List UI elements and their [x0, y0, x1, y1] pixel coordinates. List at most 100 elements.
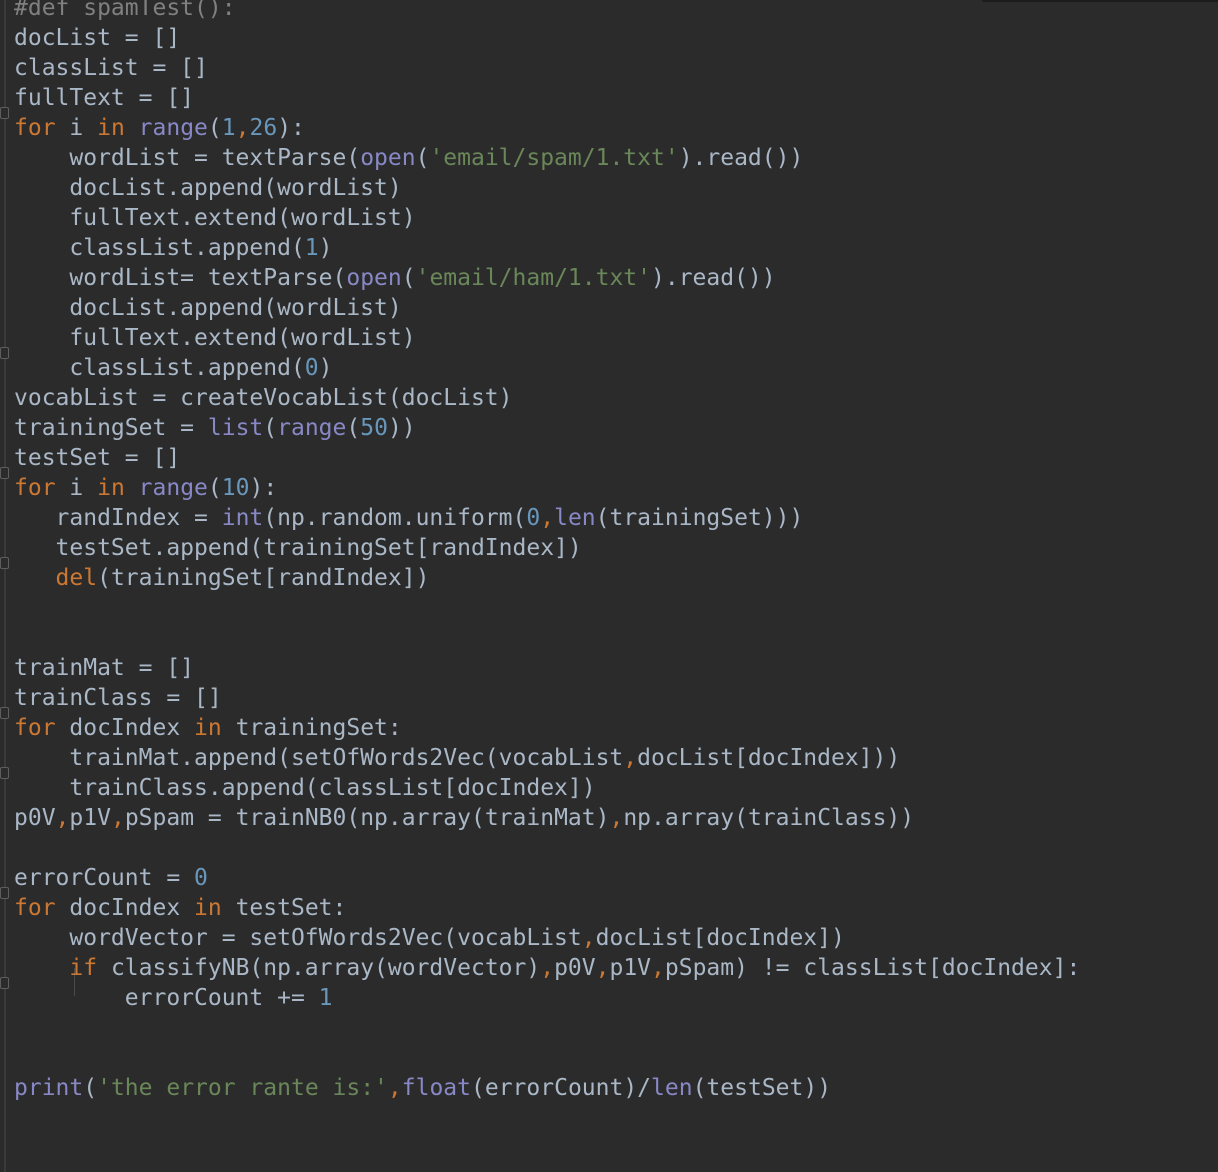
fold-end-marker-icon[interactable]: [0, 767, 9, 779]
code-token: ,: [110, 805, 125, 831]
code-token: (np.random.uniform(: [263, 505, 527, 531]
code-token: p1V: [609, 955, 652, 981]
code-token: (trainingSet))): [595, 505, 804, 531]
code-line[interactable]: for i in range(10):: [14, 473, 1080, 503]
code-line[interactable]: randIndex = int(np.random.uniform(0,len(…: [14, 503, 1080, 533]
code-token: ,: [581, 925, 596, 951]
code-line[interactable]: wordList = textParse(open('email/spam/1.…: [14, 143, 1080, 173]
code-token: 'email/spam/1.txt': [429, 145, 679, 171]
code-token: p0V: [14, 805, 56, 831]
code-token: #def spamTest():: [14, 0, 236, 21]
code-token: if: [69, 955, 98, 981]
fold-end-marker-icon[interactable]: [0, 347, 9, 359]
code-text[interactable]: #def spamTest(): docList = [] classList = …: [14, 0, 1080, 1103]
code-line[interactable]: del(trainingSet[randIndex]): [14, 563, 1080, 593]
code-token: for: [14, 895, 56, 921]
code-line[interactable]: if classifyNB(np.array(wordVector),p0V,p…: [14, 953, 1080, 983]
fold-marker-icon[interactable]: [0, 107, 9, 119]
code-token: docIndex: [55, 895, 195, 921]
code-token: del: [55, 565, 98, 591]
code-line[interactable]: vocabList = createVocabList(docList): [14, 383, 1080, 413]
fold-marker-icon[interactable]: [0, 467, 9, 479]
fold-end-marker-icon[interactable]: [0, 557, 9, 569]
code-line[interactable]: testSet.append(trainingSet[randIndex]): [14, 533, 1080, 563]
code-token: trainMat = []: [14, 655, 195, 681]
code-token: open: [360, 145, 416, 171]
code-token: errorCount +=: [14, 985, 319, 1011]
code-line[interactable]: [14, 623, 1080, 653]
code-line[interactable]: trainClass = []: [14, 683, 1080, 713]
code-editor[interactable]: #def spamTest(): docList = [] classList = …: [0, 0, 1218, 1172]
code-token: docList[docIndex])): [637, 745, 901, 771]
code-token: in: [97, 475, 125, 501]
code-token: p1V: [69, 805, 111, 831]
fold-marker-icon[interactable]: [0, 887, 9, 899]
code-token: (: [207, 115, 222, 141]
code-line[interactable]: trainMat.append(setOfWords2Vec(vocabList…: [14, 743, 1080, 773]
code-line[interactable]: trainMat = []: [14, 653, 1080, 683]
code-line[interactable]: trainingSet = list(range(50)): [14, 413, 1080, 443]
code-line[interactable]: [14, 1043, 1080, 1073]
code-line[interactable]: for docIndex in trainingSet:: [14, 713, 1080, 743]
code-token: list: [207, 415, 264, 441]
code-token: print: [14, 1075, 84, 1101]
code-line[interactable]: wordVector = setOfWords2Vec(vocabList,do…: [14, 923, 1080, 953]
code-token: docIndex: [55, 715, 195, 741]
code-token: trainingSet:: [221, 715, 402, 741]
code-line[interactable]: [14, 1013, 1080, 1043]
code-line[interactable]: [14, 593, 1080, 623]
code-line[interactable]: wordList= textParse(open('email/ham/1.tx…: [14, 263, 1080, 293]
code-token: docList[docIndex]): [595, 925, 845, 951]
code-line[interactable]: p0V,p1V,pSpam = trainNB0(np.array(trainM…: [14, 803, 1080, 833]
code-token: 1: [318, 985, 333, 1011]
code-line[interactable]: docList.append(wordList): [14, 293, 1080, 323]
code-token: randIndex =: [14, 505, 222, 531]
code-line[interactable]: #def spamTest():: [14, 0, 1080, 23]
code-line[interactable]: for i in range(1,26):: [14, 113, 1080, 143]
code-token: ,: [609, 805, 624, 831]
code-token: 0: [194, 865, 208, 891]
code-token: in: [97, 115, 125, 141]
code-line[interactable]: [14, 833, 1080, 863]
code-token: i: [55, 475, 98, 501]
code-token: docList.append(wordList): [14, 295, 402, 321]
code-token: pSpam) != classList[docIndex]:: [664, 955, 1081, 981]
code-line[interactable]: docList.append(wordList): [14, 173, 1080, 203]
code-token: (: [83, 1075, 98, 1101]
code-token: ): [318, 355, 333, 381]
code-token: len: [651, 1075, 693, 1101]
code-token: fullText = []: [14, 85, 195, 111]
code-line[interactable]: for docIndex in testSet:: [14, 893, 1080, 923]
code-token: for: [14, 475, 56, 501]
code-token: ,: [387, 1075, 402, 1101]
code-line[interactable]: classList.append(0): [14, 353, 1080, 383]
code-token: 50: [360, 415, 388, 441]
code-token: i: [55, 115, 98, 141]
code-line[interactable]: errorCount += 1: [14, 983, 1080, 1013]
code-token: trainClass.append(classList[docIndex]): [14, 775, 596, 801]
code-line[interactable]: errorCount = 0: [14, 863, 1080, 893]
code-line[interactable]: classList = []: [14, 53, 1080, 83]
code-line[interactable]: trainClass.append(classList[docIndex]): [14, 773, 1080, 803]
code-line[interactable]: fullText.extend(wordList): [14, 323, 1080, 353]
code-token: ,: [623, 745, 638, 771]
fold-end-marker-icon[interactable]: [0, 977, 9, 989]
code-token: testSet = []: [14, 445, 181, 471]
code-line[interactable]: fullText.extend(wordList): [14, 203, 1080, 233]
code-token: ,: [540, 505, 555, 531]
code-line[interactable]: docList = []: [14, 23, 1080, 53]
code-token: int: [221, 505, 264, 531]
code-token: range: [138, 115, 208, 141]
code-token: (errorCount)/: [471, 1075, 652, 1101]
fold-marker-icon[interactable]: [0, 707, 9, 719]
code-line[interactable]: testSet = []: [14, 443, 1080, 473]
code-token: len: [554, 505, 596, 531]
code-line[interactable]: classList.append(1): [14, 233, 1080, 263]
code-token: (: [415, 145, 430, 171]
code-line[interactable]: print('the error rante is:',float(errorC…: [14, 1073, 1080, 1103]
code-token: docList = []: [14, 25, 181, 51]
code-line[interactable]: fullText = []: [14, 83, 1080, 113]
